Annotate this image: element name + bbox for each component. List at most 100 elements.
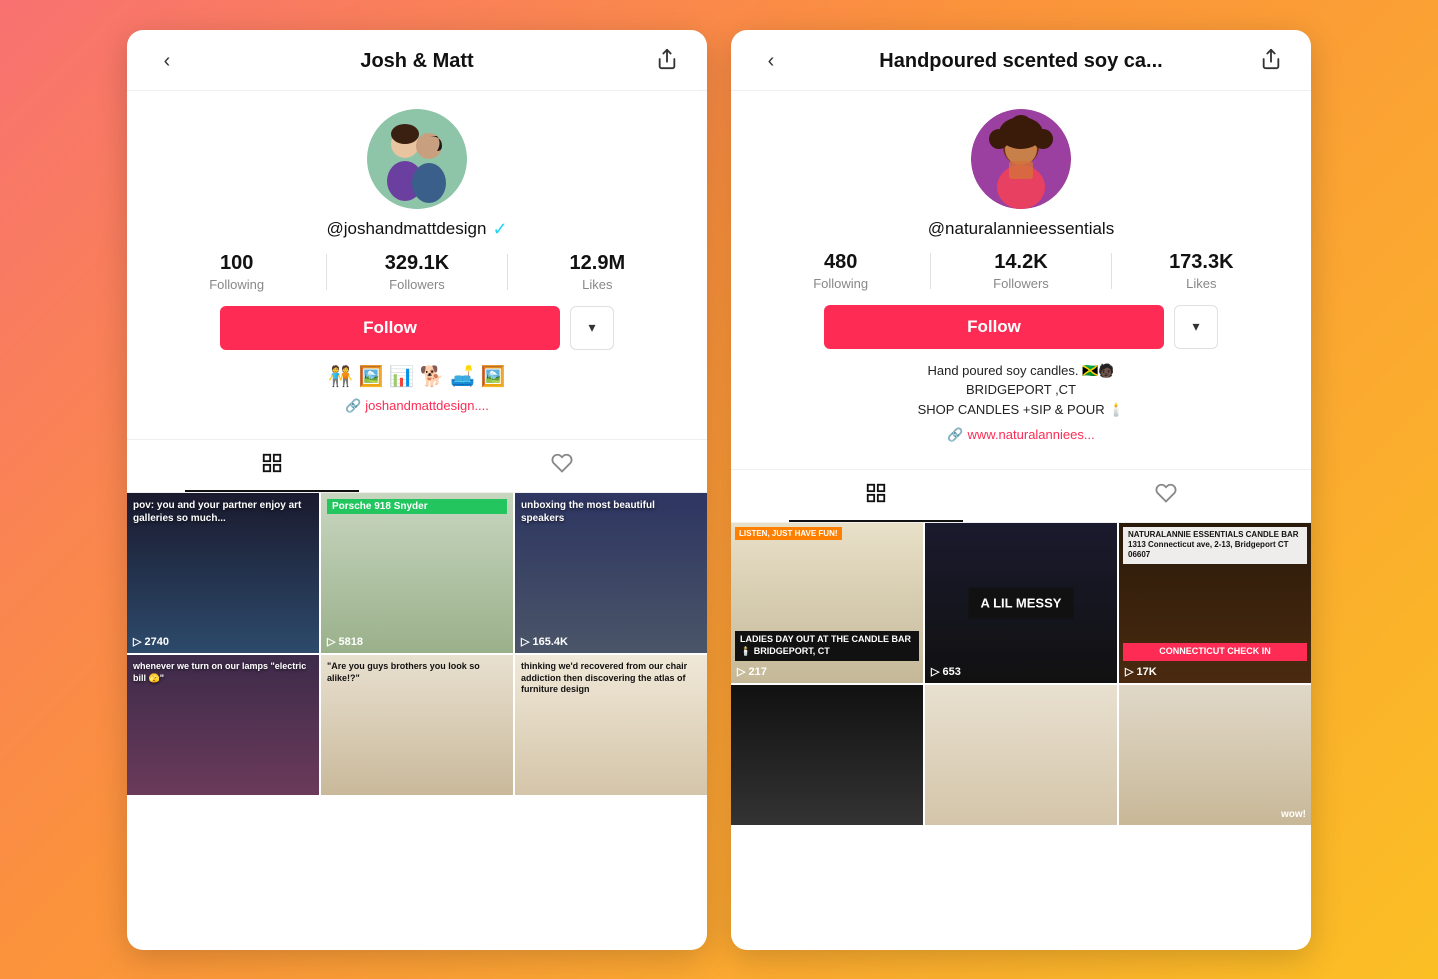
left-phone: ‹ Josh & Matt @j xyxy=(127,30,707,950)
right-bio-line-2: BRIDGEPORT ,CT xyxy=(918,380,1125,400)
left-stat-likes[interactable]: 12.9M Likes xyxy=(508,252,687,292)
right-video-1-badge: LISTEN, JUST HAVE FUN! xyxy=(735,527,842,540)
right-header-title: Handpoured scented soy ca... xyxy=(787,50,1255,73)
right-grid-icon xyxy=(865,482,887,510)
left-video-2-count: ▷ 5818 xyxy=(327,635,363,648)
right-following-value: 480 xyxy=(824,251,857,274)
left-video-1-count: ▷ 2740 xyxy=(133,635,169,648)
left-video-6-text: thinking we'd recovered from our chair a… xyxy=(521,661,701,696)
left-likes-label: Likes xyxy=(582,277,612,292)
left-video-3[interactable]: unboxing the most beautiful speakers ▷ 1… xyxy=(515,493,707,653)
left-video-grid-container: pov: you and your partner enjoy art gall… xyxy=(127,493,707,950)
right-header: ‹ Handpoured scented soy ca... xyxy=(731,30,1311,91)
right-followers-label: Followers xyxy=(993,276,1049,291)
left-stat-following[interactable]: 100 Following xyxy=(147,252,326,292)
right-link-row[interactable]: 🔗 www.naturalanniees... xyxy=(918,425,1125,445)
right-avatar xyxy=(971,109,1071,209)
left-profile-section: @joshandmattdesign ✓ 100 Following 329.1… xyxy=(127,91,707,440)
right-tab-videos[interactable] xyxy=(731,470,1021,522)
left-avatar xyxy=(367,109,467,209)
left-likes-value: 12.9M xyxy=(570,252,626,275)
right-following-label: Following xyxy=(813,276,868,291)
left-heart-icon xyxy=(551,452,573,480)
left-verified-badge: ✓ xyxy=(492,219,507,240)
right-video-3-badge: NATURALANNIE ESSENTIALS CANDLE BAR 1313 … xyxy=(1123,527,1307,564)
right-video-grid-container: LISTEN, JUST HAVE FUN! LADIES DAY OUT AT… xyxy=(731,523,1311,950)
left-tab-liked[interactable] xyxy=(417,440,707,492)
right-link-icon: 🔗 xyxy=(947,425,963,445)
right-video-6-wow: wow! xyxy=(1281,809,1306,820)
left-video-5[interactable]: "Are you guys brothers you look so alike… xyxy=(321,655,513,795)
right-share-button[interactable] xyxy=(1255,48,1287,76)
right-back-button[interactable]: ‹ xyxy=(755,50,787,73)
left-video-2[interactable]: Porsche 918 Snyder ▷ 5818 xyxy=(321,493,513,653)
left-video-grid: pov: you and your partner enjoy art gall… xyxy=(127,493,707,795)
right-link-text[interactable]: www.naturalanniees... xyxy=(968,425,1095,445)
left-tabs xyxy=(127,439,707,493)
right-video-1-count: ▷ 217 xyxy=(737,665,767,678)
left-stats-row: 100 Following 329.1K Followers 12.9M Lik… xyxy=(147,252,687,292)
right-stats-row: 480 Following 14.2K Followers 173.3K Lik… xyxy=(751,251,1291,291)
right-stat-following[interactable]: 480 Following xyxy=(751,251,930,291)
left-header-title: Josh & Matt xyxy=(183,50,651,73)
right-stat-followers[interactable]: 14.2K Followers xyxy=(931,251,1110,291)
right-follow-row: Follow ▾ xyxy=(751,305,1291,349)
right-follow-button[interactable]: Follow xyxy=(824,305,1164,349)
right-bio-line-3: SHOP CANDLES +SIP & POUR 🕯️ xyxy=(918,400,1125,420)
left-follow-row: Follow ▾ xyxy=(147,306,687,350)
right-heart-icon xyxy=(1155,482,1177,510)
left-video-5-text: "Are you guys brothers you look so alike… xyxy=(327,661,507,684)
left-username-row: @joshandmattdesign ✓ xyxy=(326,219,507,240)
right-video-6[interactable]: wow! xyxy=(1119,685,1311,825)
right-stat-likes[interactable]: 173.3K Likes xyxy=(1112,251,1291,291)
right-video-3[interactable]: NATURALANNIE ESSENTIALS CANDLE BAR 1313 … xyxy=(1119,523,1311,683)
left-video-4[interactable]: whenever we turn on our lamps "electric … xyxy=(127,655,319,795)
left-video-2-badge: Porsche 918 Snyder xyxy=(327,499,507,514)
right-video-2-text: A LIL MESSY xyxy=(969,587,1074,618)
left-video-1-text: pov: you and your partner enjoy art gall… xyxy=(133,499,313,525)
left-emoji-row: 🧑‍🤝‍🧑 🖼️ 📊 🐕 🛋️ 🖼️ xyxy=(328,362,505,392)
right-bio: Hand poured soy candles. 🇯🇲🧑🏿 BRIDGEPORT… xyxy=(902,361,1141,455)
right-username-row: @naturalannieessentials xyxy=(928,219,1114,239)
right-tab-liked[interactable] xyxy=(1021,470,1311,522)
right-likes-label: Likes xyxy=(1186,276,1216,291)
left-stat-followers[interactable]: 329.1K Followers xyxy=(327,252,506,292)
right-video-4[interactable] xyxy=(731,685,923,825)
left-share-button[interactable] xyxy=(651,48,683,76)
left-link-text[interactable]: joshandmattdesign.... xyxy=(365,396,489,416)
right-tabs xyxy=(731,469,1311,523)
right-video-1[interactable]: LISTEN, JUST HAVE FUN! LADIES DAY OUT AT… xyxy=(731,523,923,683)
right-profile-section: @naturalannieessentials 480 Following 14… xyxy=(731,91,1311,469)
right-followers-value: 14.2K xyxy=(994,251,1047,274)
left-video-4-text: whenever we turn on our lamps "electric … xyxy=(133,661,313,684)
left-video-3-count: ▷ 165.4K xyxy=(521,635,568,648)
left-grid-icon xyxy=(261,452,283,480)
left-header: ‹ Josh & Matt xyxy=(127,30,707,91)
right-video-1-text: LADIES DAY OUT AT THE CANDLE BAR 🕯️ BRID… xyxy=(735,631,919,660)
right-video-3-count: ▷ 17K xyxy=(1125,665,1157,678)
left-followers-label: Followers xyxy=(389,277,445,292)
left-following-label: Following xyxy=(209,277,264,292)
left-video-1[interactable]: pov: you and your partner enjoy art gall… xyxy=(127,493,319,653)
left-video-6[interactable]: thinking we'd recovered from our chair a… xyxy=(515,655,707,795)
left-link-icon: 🔗 xyxy=(345,396,361,416)
right-phone: ‹ Handpoured scented soy ca... xyxy=(731,30,1311,950)
right-dropdown-button[interactable]: ▾ xyxy=(1174,305,1218,349)
right-video-grid: LISTEN, JUST HAVE FUN! LADIES DAY OUT AT… xyxy=(731,523,1311,825)
right-video-2[interactable]: A LIL MESSY ▷ 653 xyxy=(925,523,1117,683)
left-tab-videos[interactable] xyxy=(127,440,417,492)
right-username: @naturalannieessentials xyxy=(928,219,1114,239)
right-video-2-count: ▷ 653 xyxy=(931,665,961,678)
left-followers-value: 329.1K xyxy=(385,252,450,275)
right-likes-value: 173.3K xyxy=(1169,251,1234,274)
right-video-3-text: CONNECTICUT CHECK IN xyxy=(1123,643,1307,661)
left-following-value: 100 xyxy=(220,252,253,275)
right-video-5[interactable] xyxy=(925,685,1117,825)
left-follow-button[interactable]: Follow xyxy=(220,306,560,350)
left-bio: 🧑‍🤝‍🧑 🖼️ 📊 🐕 🛋️ 🖼️ 🔗 joshandmattdesign..… xyxy=(312,362,521,426)
left-dropdown-button[interactable]: ▾ xyxy=(570,306,614,350)
left-video-3-text: unboxing the most beautiful speakers xyxy=(521,499,701,525)
left-back-button[interactable]: ‹ xyxy=(151,50,183,73)
left-link-row[interactable]: 🔗 joshandmattdesign.... xyxy=(328,396,505,416)
right-bio-line-1: Hand poured soy candles. 🇯🇲🧑🏿 xyxy=(918,361,1125,381)
